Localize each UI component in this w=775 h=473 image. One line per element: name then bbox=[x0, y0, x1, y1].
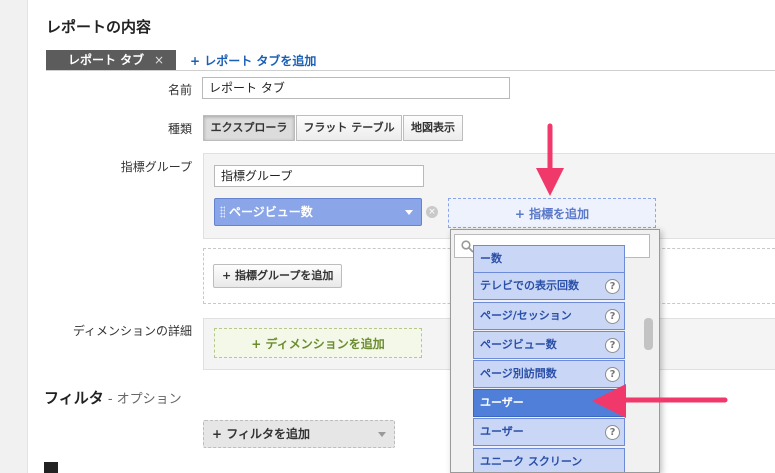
down-arrow-annotation bbox=[536, 123, 564, 196]
left-arrow-annotation bbox=[592, 384, 728, 418]
annotation-arrows bbox=[536, 123, 728, 418]
